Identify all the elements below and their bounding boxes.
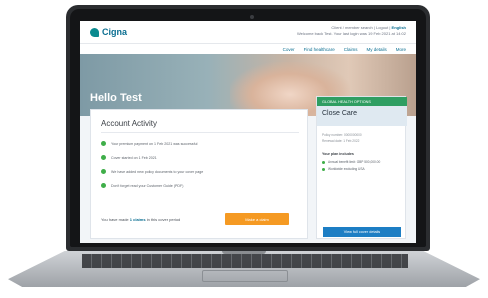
brand-name: Cigna [102,27,128,37]
check-icon [101,155,106,160]
claims-summary: You have made 1 claims in this cover per… [101,217,180,222]
plan-tag: GLOBAL HEALTH OPTIONS [317,97,407,106]
plan-card: GLOBAL HEALTH OPTIONS Close Care Policy … [316,96,407,239]
activity-item[interactable]: Don't forget read your Customer Guide (P… [101,183,183,188]
nav-item-find-healthcare[interactable]: Find healthcare [304,47,335,52]
renewal-date: Renewal date: 1 Feb 2022 [322,139,360,143]
claims-count-link[interactable]: 1 claims [130,217,146,222]
screen-bezel: Cigna Client / member search | Logout | … [70,9,426,247]
divider [101,132,299,133]
laptop-lid: Cigna Client / member search | Logout | … [66,5,430,251]
activity-item: Your premium payment on 1 Feb 2021 was s… [101,141,197,146]
camera-icon [250,15,254,19]
nav-item-more[interactable]: More [396,47,406,52]
keyboard [82,254,408,268]
last-login-text: Welcome back Test. Your last login was 1… [296,31,406,36]
plan-includes-title: Your plan includes [322,152,354,156]
activity-text: Cover started on 1 Feb 2021 [111,155,157,160]
site-header: Cigna Client / member search | Logout | … [80,21,416,43]
check-icon [101,183,106,188]
check-icon [101,141,106,146]
activity-text[interactable]: Don't forget read your Customer Guide (P… [111,184,183,188]
plan-benefit: Worldwide excluding USA [322,167,365,171]
activity-item: Cover started on 1 Feb 2021 [101,155,157,160]
make-a-claim-button[interactable]: Make a claim [225,213,289,225]
policy-number: Policy number: 0000000000 [322,133,362,137]
view-cover-details-button[interactable]: View full cover details [323,227,401,237]
activity-text[interactable]: We have added new policy documents to yo… [111,170,203,174]
utility-bar: Client / member search | Logout | Englis… [297,25,406,37]
check-icon [101,169,106,174]
claims-prefix: You have made [101,217,129,222]
activity-item[interactable]: We have added new policy documents to yo… [101,169,203,174]
check-icon [322,160,325,164]
nav-item-cover[interactable]: Cover [283,47,295,52]
claims-suffix: in this cover period [146,217,181,222]
plan-name: Close Care [322,110,358,117]
hinge [222,251,266,254]
check-icon [322,167,325,171]
greeting-heading: Hello Test [90,92,142,104]
activity-text: Your premium payment on 1 Feb 2021 was s… [111,141,198,146]
account-activity-card: Account Activity Your premium payment on… [90,109,308,239]
card-title: Account Activity [101,119,158,128]
nav-item-my-details[interactable]: My details [366,47,386,52]
plan-benefit: Annual benefit limit: GBP 500,000.00 [322,160,380,164]
nav-item-claims[interactable]: Claims [344,47,358,52]
benefit-text: Annual benefit limit: GBP 500,000.00 [328,160,381,164]
language-selector[interactable]: English [392,25,406,30]
benefit-text: Worldwide excluding USA [328,167,365,171]
laptop-screen: Cigna Client / member search | Logout | … [80,21,416,243]
main-nav: Cover Find healthcare Claims My details … [80,43,416,54]
tree-of-life-icon [90,27,99,37]
cigna-logo[interactable]: Cigna [90,27,127,37]
utility-links[interactable]: Client / member search | Logout | [331,25,390,30]
touchpad [202,270,288,282]
